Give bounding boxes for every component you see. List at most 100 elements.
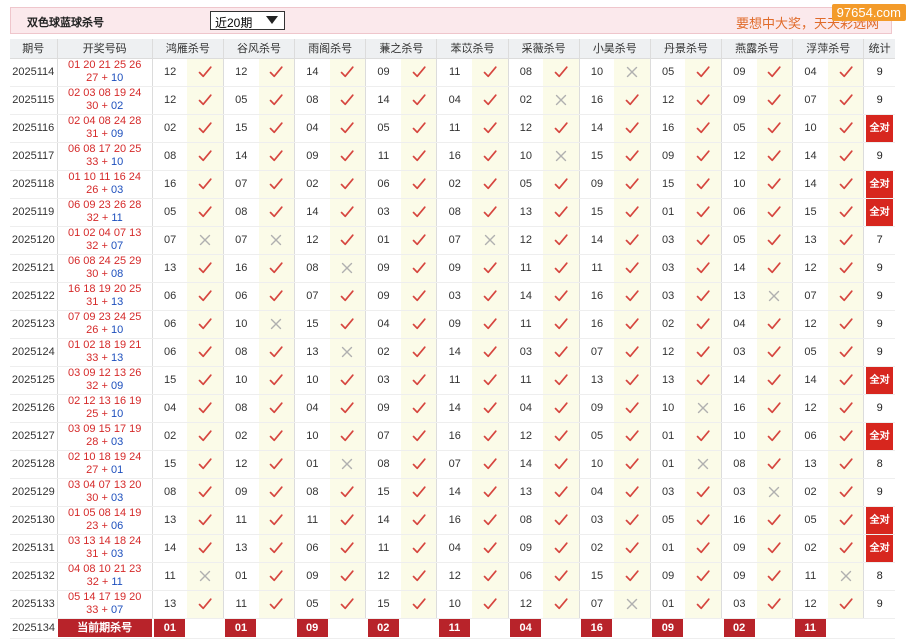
blue-ball: 03 bbox=[110, 436, 124, 448]
current-kill-number: 01 bbox=[154, 619, 186, 637]
column-header: 采薇杀号 bbox=[508, 39, 580, 59]
check-icon bbox=[614, 478, 651, 507]
cross-icon bbox=[685, 394, 723, 423]
stat-cell: 8 bbox=[863, 450, 895, 479]
check-icon bbox=[827, 86, 865, 115]
check-icon bbox=[400, 562, 438, 591]
current-kill-label: 当前期杀号 bbox=[57, 619, 152, 637]
winning-numbers: 07 09 23 24 25 26 + 10 bbox=[57, 310, 153, 339]
check-icon bbox=[614, 142, 651, 171]
table-row: 2025129 03 04 07 13 20 30 + 03 08 09 08 15 14 13… bbox=[10, 478, 895, 507]
check-icon bbox=[756, 422, 794, 451]
kill-number: 10 bbox=[579, 58, 615, 87]
cross-icon bbox=[756, 282, 794, 311]
check-icon bbox=[258, 422, 296, 451]
kill-number: 03 bbox=[650, 226, 686, 255]
kill-number: 06 bbox=[365, 170, 401, 199]
check-icon bbox=[187, 58, 224, 87]
red-balls-line2: 33 + 07 bbox=[86, 604, 124, 616]
check-icon bbox=[614, 170, 651, 199]
issue-number: 2025133 bbox=[10, 590, 58, 619]
check-icon bbox=[756, 114, 794, 143]
all-correct-badge: 全对 bbox=[866, 422, 894, 450]
stat-cell: 8 bbox=[863, 562, 895, 591]
kill-number: 09 bbox=[365, 394, 401, 423]
kill-number: 01 bbox=[294, 450, 330, 479]
check-icon bbox=[258, 254, 296, 283]
check-icon bbox=[543, 282, 580, 311]
kill-number: 14 bbox=[579, 226, 615, 255]
check-icon bbox=[827, 478, 865, 507]
kill-number: 09 bbox=[365, 282, 401, 311]
kill-number: 05 bbox=[152, 198, 188, 227]
check-icon bbox=[400, 142, 438, 171]
kill-number: 03 bbox=[650, 282, 686, 311]
check-icon bbox=[258, 338, 296, 367]
kill-number: 04 bbox=[294, 114, 330, 143]
kill-number: 10 bbox=[721, 170, 757, 199]
check-icon bbox=[472, 310, 509, 339]
issue-number: 2025125 bbox=[10, 366, 58, 395]
table-row: 2025117 06 08 17 20 25 33 + 10 08 14 09 11 16 10… bbox=[10, 142, 895, 171]
check-icon bbox=[258, 114, 296, 143]
check-icon bbox=[329, 86, 367, 115]
kill-number: 16 bbox=[650, 114, 686, 143]
check-icon bbox=[400, 338, 438, 367]
kill-number: 08 bbox=[508, 506, 544, 535]
check-icon bbox=[827, 450, 865, 479]
kill-number: 14 bbox=[721, 254, 757, 283]
current-kill-label-cell: 当前期杀号 bbox=[57, 618, 153, 639]
check-icon bbox=[827, 254, 865, 283]
stat-count: 9 bbox=[876, 486, 883, 498]
kill-number: 08 bbox=[294, 478, 330, 507]
kill-number: 07 bbox=[223, 226, 259, 255]
blue-ball: 03 bbox=[110, 184, 124, 196]
red-balls-line2: 28 + 03 bbox=[86, 436, 124, 448]
blue-ball: 07 bbox=[110, 604, 124, 616]
column-header: 鸿雁杀号 bbox=[152, 39, 224, 59]
blue-ball: 13 bbox=[110, 296, 124, 308]
check-icon bbox=[614, 198, 651, 227]
blue-ball: 10 bbox=[110, 156, 124, 168]
check-icon bbox=[543, 590, 580, 619]
kill-number: 12 bbox=[508, 226, 544, 255]
kill-number: 05 bbox=[792, 338, 828, 367]
check-icon bbox=[329, 366, 367, 395]
kill-number: 02 bbox=[152, 114, 188, 143]
check-icon bbox=[187, 450, 224, 479]
column-header: 燕露杀号 bbox=[721, 39, 794, 59]
check-icon bbox=[685, 170, 723, 199]
issue-number: 2025128 bbox=[10, 450, 58, 479]
period-select[interactable]: 近20期 bbox=[210, 11, 285, 30]
check-icon bbox=[187, 170, 224, 199]
check-icon bbox=[329, 170, 367, 199]
kill-number: 04 bbox=[436, 534, 472, 563]
kill-number: 16 bbox=[436, 422, 472, 451]
check-icon bbox=[827, 58, 865, 87]
check-icon bbox=[756, 254, 794, 283]
check-icon bbox=[614, 534, 651, 563]
check-icon bbox=[756, 226, 794, 255]
check-icon bbox=[685, 478, 723, 507]
kill-number: 13 bbox=[152, 590, 188, 619]
red-ball: 26 bbox=[86, 324, 99, 336]
stat-cell: 9 bbox=[863, 282, 895, 311]
check-icon bbox=[472, 478, 509, 507]
current-kill-cell: 09 bbox=[294, 618, 330, 639]
kill-number: 07 bbox=[436, 226, 472, 255]
column-header: 期号 bbox=[10, 39, 58, 59]
kill-number: 04 bbox=[294, 394, 330, 423]
check-icon bbox=[543, 478, 580, 507]
check-icon bbox=[400, 310, 438, 339]
kill-number: 09 bbox=[223, 478, 259, 507]
site-logo[interactable]: 97654.com bbox=[831, 4, 906, 21]
red-ball: 33 bbox=[86, 352, 99, 364]
kill-number: 09 bbox=[365, 254, 401, 283]
kill-number: 03 bbox=[721, 590, 757, 619]
check-icon bbox=[614, 282, 651, 311]
stat-count: 9 bbox=[876, 262, 883, 274]
red-ball: 31 bbox=[86, 296, 99, 308]
kill-number: 14 bbox=[294, 198, 330, 227]
kill-number: 05 bbox=[223, 86, 259, 115]
table-row: 2025128 02 10 18 19 24 27 + 01 15 12 01 08 07 14… bbox=[10, 450, 895, 479]
